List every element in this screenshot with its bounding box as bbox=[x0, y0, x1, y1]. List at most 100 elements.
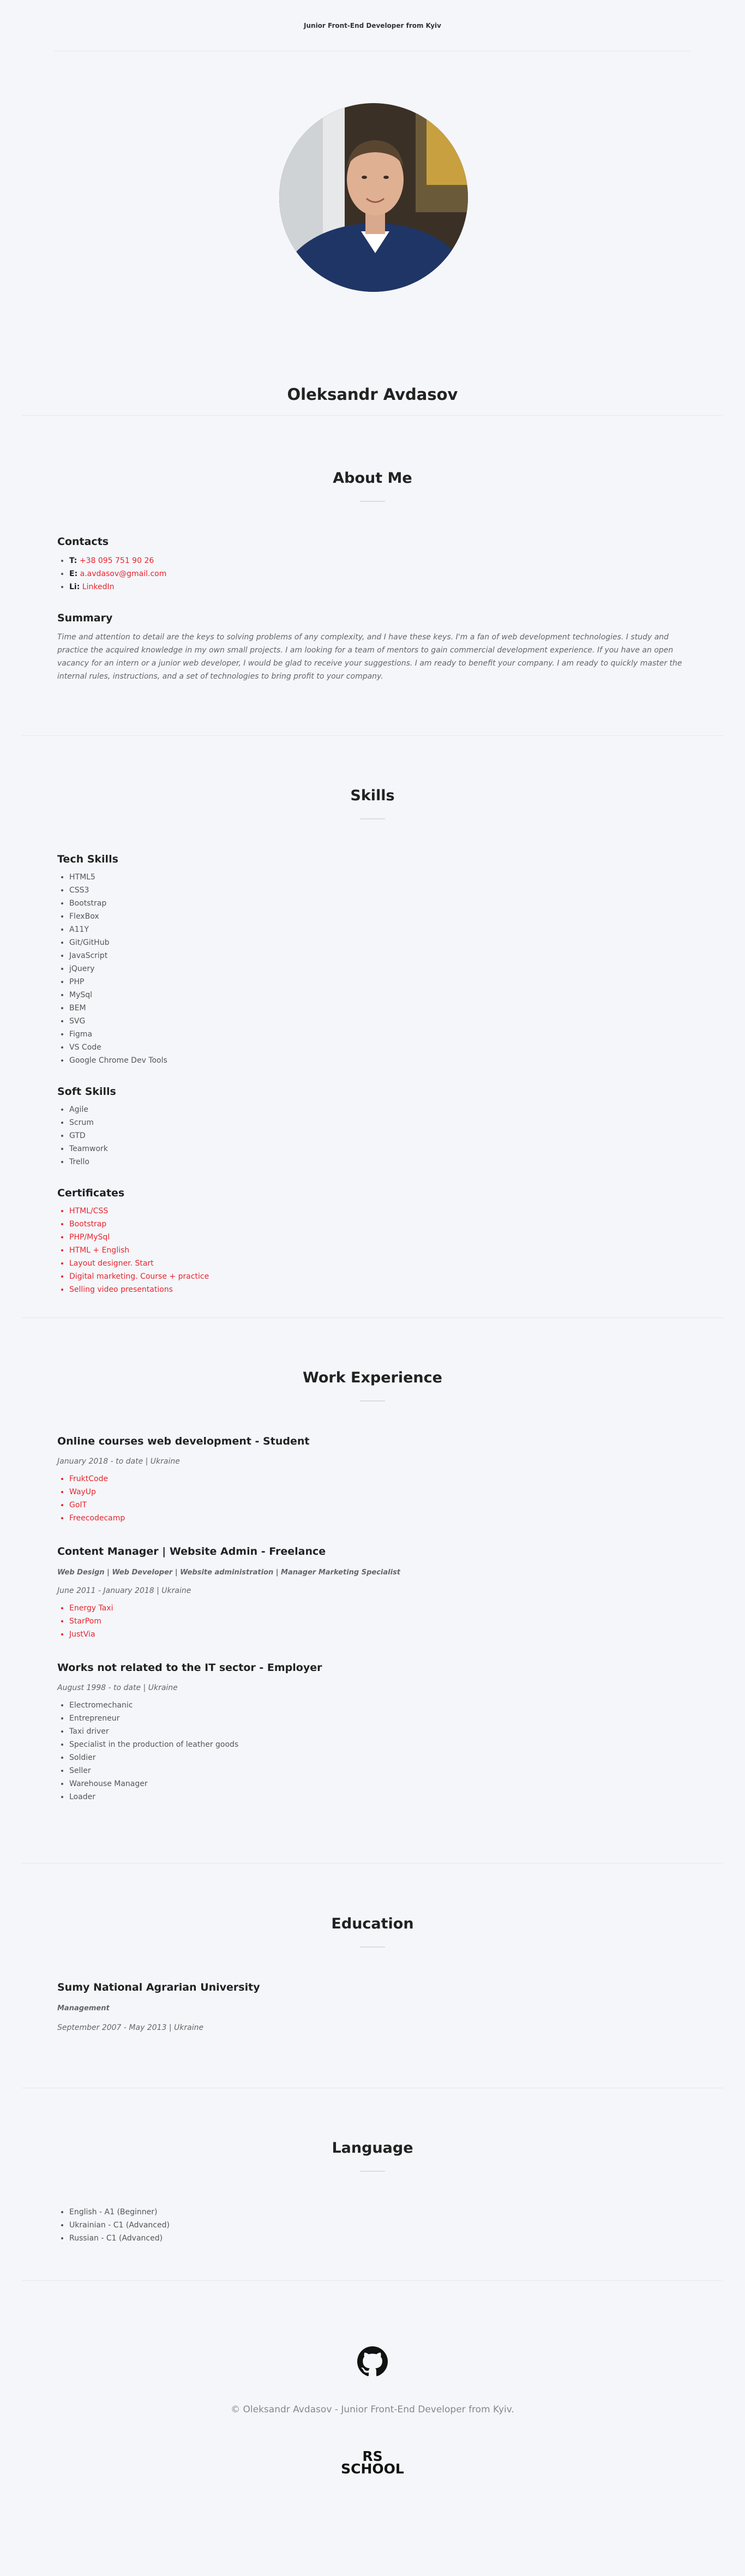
job-dates: June 2011 - January 2018 | Ukraine bbox=[57, 1586, 191, 1595]
summary-title: Summary bbox=[57, 612, 113, 624]
language-list: English - A1 (Beginner) Ukrainian - C1 (… bbox=[57, 2206, 688, 2245]
course-link[interactable]: Freecodecamp bbox=[69, 1514, 125, 1523]
list-item: Energy Taxi bbox=[69, 1602, 688, 1615]
list-item: Bootstrap bbox=[69, 897, 688, 910]
list-item: Taxi driver bbox=[69, 1725, 688, 1738]
certificate-link[interactable]: PHP/MySql bbox=[69, 1233, 110, 1242]
certificates-list: HTML/CSS Bootstrap PHP/MySql HTML + Engl… bbox=[57, 1205, 688, 1296]
about-section: About Me Contacts T: +38 095 751 90 26 E… bbox=[0, 416, 745, 735]
contacts-title: Contacts bbox=[57, 536, 109, 548]
list-item: Google Chrome Dev Tools bbox=[69, 1054, 688, 1067]
section-title: About Me bbox=[333, 470, 412, 487]
footer: © Oleksandr Avdasov - Junior Front-End D… bbox=[0, 2281, 745, 2476]
list-item: Trello bbox=[69, 1155, 688, 1169]
project-link[interactable]: JustVia bbox=[69, 1630, 95, 1639]
list-item: Scrum bbox=[69, 1116, 688, 1129]
section-title: Education bbox=[331, 1915, 414, 1932]
certificates-title: Certificates bbox=[57, 1187, 125, 1199]
list-item: GoIT bbox=[69, 1499, 688, 1512]
certificate-link[interactable]: Selling video presentations bbox=[69, 1285, 173, 1294]
project-link[interactable]: StarPom bbox=[69, 1617, 101, 1626]
list-item: BEM bbox=[69, 1002, 688, 1015]
certificate-link[interactable]: HTML + English bbox=[69, 1246, 129, 1255]
email-link[interactable]: a.avdasov@gmail.com bbox=[80, 570, 167, 578]
job-title: Works not related to the IT sector - Emp… bbox=[57, 1662, 322, 1674]
language-section: Language English - A1 (Beginner) Ukraini… bbox=[0, 2088, 745, 2280]
list-item: Teamwork bbox=[69, 1142, 688, 1155]
list-item: Loader bbox=[69, 1790, 688, 1804]
section-title: Work Experience bbox=[303, 1369, 442, 1386]
phone-link[interactable]: +38 095 751 90 26 bbox=[80, 556, 154, 565]
list-item: Agile bbox=[69, 1103, 688, 1116]
degree: Management bbox=[57, 2004, 110, 2012]
hero: Oleksandr Avdasov bbox=[0, 51, 745, 415]
list-item: HTML5 bbox=[69, 871, 688, 884]
school-name: Sumy National Agrarian University bbox=[57, 1981, 260, 1993]
list-item: VS Code bbox=[69, 1041, 688, 1054]
list-item: Figma bbox=[69, 1028, 688, 1041]
list-item: HTML + English bbox=[69, 1244, 688, 1257]
tech-skills-list: HTML5 CSS3 Bootstrap FlexBox A11Y Git/Gi… bbox=[57, 871, 688, 1067]
list-item: Digital marketing. Course + practice bbox=[69, 1270, 688, 1283]
job-title: Content Manager | Website Admin - Freela… bbox=[57, 1545, 326, 1557]
tech-skills-title: Tech Skills bbox=[57, 853, 118, 865]
github-link[interactable] bbox=[357, 2346, 388, 2379]
education-dates: September 2007 - May 2013 | Ukraine bbox=[57, 2023, 204, 2032]
certificate-link[interactable]: Bootstrap bbox=[69, 1220, 106, 1229]
list-item: JustVia bbox=[69, 1628, 688, 1641]
soft-skills-title: Soft Skills bbox=[57, 1086, 116, 1098]
avatar bbox=[279, 103, 468, 292]
top-bar: Junior Front-End Developer from Kyiv bbox=[0, 0, 745, 51]
list-item: Seller bbox=[69, 1764, 688, 1777]
section-title: Skills bbox=[350, 787, 395, 804]
certificate-link[interactable]: Layout designer. Start bbox=[69, 1259, 154, 1268]
list-item: SVG bbox=[69, 1015, 688, 1028]
summary-text: Time and attention to detail are the key… bbox=[57, 633, 682, 681]
list-item: Bootstrap bbox=[69, 1218, 688, 1231]
list-item: Electromechanic bbox=[69, 1699, 688, 1712]
rs-school-logo[interactable]: RS SCHOOL bbox=[339, 2449, 406, 2476]
linkedin-link[interactable]: LinkedIn bbox=[82, 583, 115, 591]
contact-key: E: bbox=[69, 570, 78, 578]
contact-key: T: bbox=[69, 556, 77, 565]
list-item: JavaScript bbox=[69, 949, 688, 962]
person-name: Oleksandr Avdasov bbox=[287, 385, 458, 404]
skills-section: Skills Tech Skills HTML5 CSS3 Bootstrap … bbox=[0, 736, 745, 1317]
list-item: WayUp bbox=[69, 1485, 688, 1499]
list-item: English - A1 (Beginner) bbox=[69, 2206, 688, 2219]
certificate-link[interactable]: HTML/CSS bbox=[69, 1207, 108, 1215]
job-items: FruktCode WayUp GoIT Freecodecamp bbox=[57, 1472, 688, 1525]
list-item: Warehouse Manager bbox=[69, 1777, 688, 1790]
job-dates: January 2018 - to date | Ukraine bbox=[57, 1457, 180, 1466]
job-title: Online courses web development - Student bbox=[57, 1435, 310, 1447]
github-icon bbox=[357, 2346, 388, 2376]
header-tagline: Junior Front-End Developer from Kyiv bbox=[304, 21, 441, 29]
list-item: PHP bbox=[69, 975, 688, 989]
project-link[interactable]: Energy Taxi bbox=[69, 1604, 113, 1613]
job-items: Electromechanic Entrepreneur Taxi driver… bbox=[57, 1699, 688, 1804]
course-link[interactable]: FruktCode bbox=[69, 1475, 108, 1483]
list-item: Russian - C1 (Advanced) bbox=[69, 2232, 688, 2245]
course-link[interactable]: WayUp bbox=[69, 1488, 96, 1496]
certificate-link[interactable]: Digital marketing. Course + practice bbox=[69, 1272, 209, 1281]
list-item: PHP/MySql bbox=[69, 1231, 688, 1244]
contact-email: E: a.avdasov@gmail.com bbox=[69, 567, 688, 580]
list-item: Soldier bbox=[69, 1751, 688, 1764]
work-section: Work Experience Online courses web devel… bbox=[0, 1318, 745, 1863]
list-item: Freecodecamp bbox=[69, 1512, 688, 1525]
course-link[interactable]: GoIT bbox=[69, 1501, 87, 1509]
list-item: jQuery bbox=[69, 962, 688, 975]
list-item: Git/GitHub bbox=[69, 936, 688, 949]
list-item: CSS3 bbox=[69, 884, 688, 897]
list-item: Specialist in the production of leather … bbox=[69, 1738, 688, 1751]
soft-skills-list: Agile Scrum GTD Teamwork Trello bbox=[57, 1103, 688, 1169]
contacts-list: T: +38 095 751 90 26 E: a.avdasov@gmail.… bbox=[57, 554, 688, 594]
list-item: FlexBox bbox=[69, 910, 688, 923]
list-item: FruktCode bbox=[69, 1472, 688, 1485]
list-item: StarPom bbox=[69, 1615, 688, 1628]
contact-key: Li: bbox=[69, 583, 80, 591]
job-items: Energy Taxi StarPom JustVia bbox=[57, 1602, 688, 1641]
list-item: MySql bbox=[69, 989, 688, 1002]
job-dates: August 1998 - to date | Ukraine bbox=[57, 1684, 178, 1692]
list-item: Selling video presentations bbox=[69, 1283, 688, 1296]
